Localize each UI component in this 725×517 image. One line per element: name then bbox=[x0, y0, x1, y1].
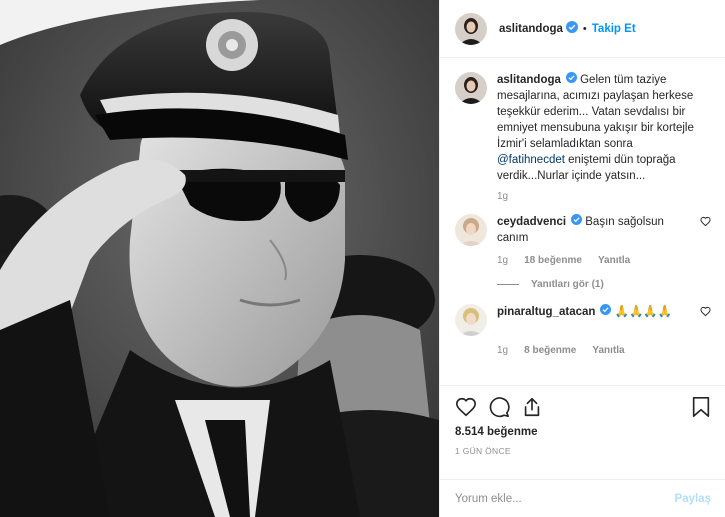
comment-time: 1g bbox=[497, 345, 509, 357]
add-comment-bar: Paylaş bbox=[440, 479, 725, 517]
saluting-officer-photo bbox=[0, 0, 439, 517]
comment-bubble-icon[interactable] bbox=[488, 396, 510, 418]
comment-text: pinaraltug_atacan 🙏🙏🙏🙏 bbox=[497, 304, 711, 320]
comment-username[interactable]: pinaraltug_atacan bbox=[497, 306, 595, 318]
comment-time: 1g bbox=[497, 255, 509, 267]
comment-meta: 1g 18 beğenme Yanıtla bbox=[497, 255, 711, 266]
share-icon[interactable] bbox=[521, 396, 543, 418]
caption-username[interactable]: aslitandoga bbox=[497, 74, 561, 86]
reply-button[interactable]: Yanıtla bbox=[598, 255, 630, 266]
like-comment-heart-icon[interactable] bbox=[700, 306, 711, 320]
avatar[interactable] bbox=[455, 214, 487, 247]
post-comment-button[interactable]: Paylaş bbox=[675, 493, 711, 505]
post-header: aslitandoga • Takip Et bbox=[440, 0, 725, 58]
caption-time: 1g bbox=[497, 191, 509, 203]
view-replies-button[interactable]: Yanıtları gör (1) bbox=[497, 279, 711, 290]
comment-item: ceydadvenci Başın sağolsun canım bbox=[455, 214, 711, 247]
verified-badge-icon bbox=[565, 21, 578, 36]
commenter-photo-icon bbox=[455, 304, 487, 337]
view-replies-label: Yanıtları gör (1) bbox=[531, 279, 604, 291]
replies-divider bbox=[497, 284, 519, 286]
avatar[interactable] bbox=[455, 12, 487, 45]
comment-likes[interactable]: 8 beğenme bbox=[524, 345, 576, 356]
avatar[interactable] bbox=[455, 304, 487, 337]
reply-button[interactable]: Yanıtla bbox=[592, 345, 624, 356]
likes-count[interactable]: 8.514 beğenme bbox=[455, 426, 711, 438]
bookmark-icon[interactable] bbox=[691, 396, 711, 418]
follow-button[interactable]: Takip Et bbox=[592, 23, 636, 35]
comment-text: ceydadvenci Başın sağolsun canım bbox=[497, 214, 711, 246]
action-icons bbox=[455, 392, 711, 422]
profile-photo-icon bbox=[455, 12, 487, 45]
post-actions: 8.514 beğenme 1 GÜN ÖNCE bbox=[440, 385, 725, 479]
verified-badge-icon bbox=[565, 72, 577, 88]
verified-badge-icon bbox=[571, 214, 583, 230]
comment-likes[interactable]: 18 beğenme bbox=[524, 255, 582, 266]
comment-meta: 1g 8 beğenme Yanıtla bbox=[497, 345, 711, 356]
commenter-photo-icon bbox=[455, 214, 487, 247]
caption: aslitandoga Gelen tüm taziye mesajlarına… bbox=[455, 72, 711, 184]
verified-badge-icon bbox=[600, 304, 612, 320]
mention-link[interactable]: @fatihnecdet bbox=[497, 154, 565, 166]
comments-section[interactable]: aslitandoga Gelen tüm taziye mesajlarına… bbox=[440, 58, 725, 385]
comment-username[interactable]: ceydadvenci bbox=[497, 216, 566, 228]
post-photo[interactable] bbox=[0, 0, 439, 517]
post-time: 1 GÜN ÖNCE bbox=[455, 446, 511, 456]
post-side-panel: aslitandoga • Takip Et aslitandoga Gelen… bbox=[439, 0, 725, 517]
separator-dot: • bbox=[582, 22, 587, 35]
like-heart-icon[interactable] bbox=[455, 396, 477, 418]
comment-input[interactable] bbox=[455, 492, 675, 505]
comment-item: pinaraltug_atacan 🙏🙏🙏🙏 bbox=[455, 304, 711, 337]
like-comment-heart-icon[interactable] bbox=[700, 216, 711, 230]
instagram-post: aslitandoga • Takip Et aslitandoga Gelen… bbox=[0, 0, 725, 517]
avatar[interactable] bbox=[455, 72, 487, 104]
comment-body: 🙏🙏🙏🙏 bbox=[614, 306, 672, 319]
profile-photo-icon bbox=[455, 72, 487, 104]
header-username[interactable]: aslitandoga bbox=[499, 23, 563, 35]
caption-meta: 1g bbox=[497, 191, 711, 202]
caption-text: aslitandoga Gelen tüm taziye mesajlarına… bbox=[497, 72, 711, 184]
